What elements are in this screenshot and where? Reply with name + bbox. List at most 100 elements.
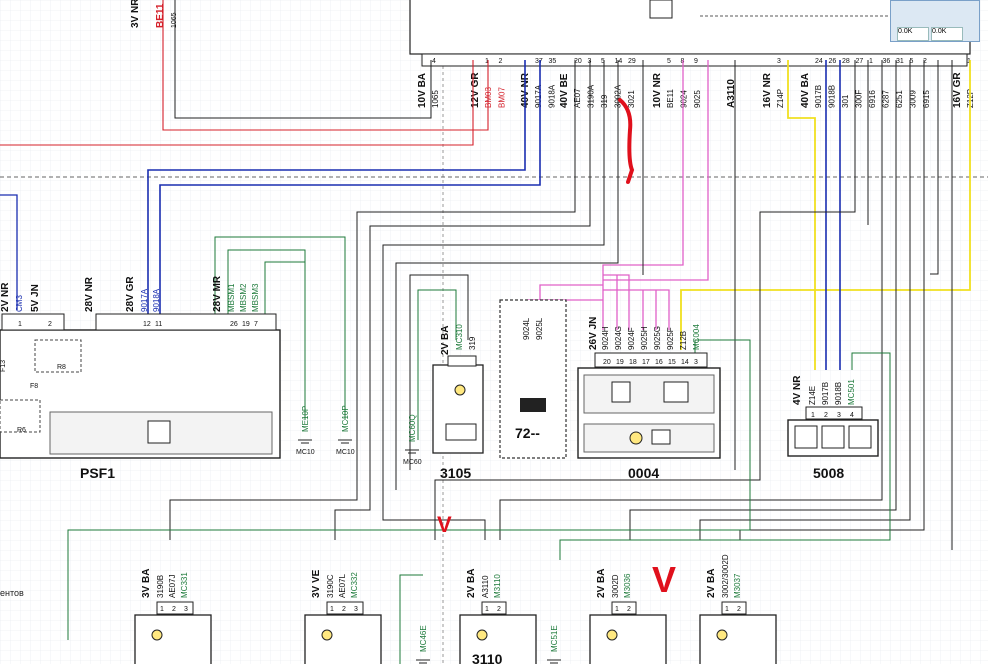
lamp-icon [151,629,163,641]
connector-wire-label: 9024 [680,90,689,108]
connector-wire-label: 9025 [693,90,702,108]
block-5008-pin: 4 [850,412,854,419]
psf1-relay-r8: R8 [57,364,66,371]
bottom-block-wire: 3002/3002D [721,554,730,598]
connector-wire-label: 6287 [882,90,891,108]
connector-wire-label: 1065 [431,90,440,108]
bottom-block [589,614,667,664]
bottom-block-wire: AE07L [338,573,347,598]
block-0004-pin: 15 [668,359,676,366]
block-0004-wire: MC004 [692,324,701,350]
connector-wire-label: 6915 [922,90,931,108]
connector-group-label: 16V NR [762,72,773,108]
connector-wire-label: BM07 [498,87,507,108]
psf1-pin-number: 1 [18,321,22,328]
block-5008-wire: MC501 [847,379,856,405]
connector-pin-number: 24 [815,58,823,65]
psf1-wire-label: MBSM2 [239,283,248,312]
psf1-wire-label: MBSM1 [227,283,236,312]
connector-pin-number: 9 [694,58,698,65]
ground-label: MC60Q [408,414,417,442]
block-0004-pin: 18 [629,359,637,366]
bottom-block-connector-label: 3V BA [141,569,152,598]
connector-group-label: 40V BA [800,73,811,108]
psf1-wire-label: 9018A [152,288,161,312]
connector-wire-label: 9018B [828,85,837,108]
block-0004-wire: 9025F [666,327,675,350]
mini-btn-2[interactable]: 0.0K [931,27,963,41]
ground-sub-label: MC10 [296,449,315,456]
bottom-block [134,614,212,664]
block-3105-connector: 2V BA [440,326,451,355]
bottom-block-pin: 1 [725,606,729,613]
connector-pin-number: 5 [667,58,671,65]
block-0004-wire: 9024F [627,327,636,350]
block-0004-pin: 17 [642,359,650,366]
bottom-block-title: 3110 [472,651,503,664]
bottom-block-wire: 3002D [611,574,620,598]
side-caption: ентов [0,588,24,598]
connector-wire-label: 301 [841,94,850,108]
psf1-connector-label: 28V GR [125,276,136,312]
ecu-chip-icon [649,0,673,19]
psf1-pin-number: 12 [143,321,151,328]
ground-sub-label: MC10 [336,449,355,456]
connector-wire-label: BE11 [666,88,675,108]
diagram-canvas: 10V BA 1065412V GR BM031BM07240V NR 9017A37… [0,0,988,664]
bottom-block-wire: 3190C [326,574,335,598]
block-72-wire: 9025L [535,317,544,340]
connector-pin-number: 29 [628,58,636,65]
ground-sub-label: MC60 [403,459,422,466]
bottom-block-pin: 1 [615,606,619,613]
mini-window[interactable]: 0.0K 0.0K [890,0,980,42]
psf1-connector-label: 2V NR [0,282,11,312]
connector-wire-label: 3190A [587,84,596,108]
bottom-block-pin: 2 [627,606,631,613]
bottom-block-pin: 3 [184,606,188,613]
bottom-block-pin: 2 [497,606,501,613]
block-5008-wire: 9017B [821,382,830,405]
block-0004-pin: 16 [655,359,663,366]
psf1-connector-label: 28V MR [212,275,223,312]
block-0004-pin: 14 [681,359,689,366]
ground-label: MC51E [550,625,559,652]
bottom-block-wire: M3110 [493,574,502,598]
block-0004-wire: Z12B [679,331,688,350]
psf1-connector-label: 5V JN [30,284,41,312]
block-72-title: 72-- [515,425,540,441]
psf1-block: PSF1 F13 F8 R8 R6 [0,313,281,481]
connector-wire-label: 6916 [868,90,877,108]
connector-group-label: 10V BA [417,73,428,108]
connector-pin-number: 35 [549,58,557,65]
connector-pin-number: 1 [869,58,873,65]
psf1-fuse-f8: F8 [30,383,38,390]
bottom-block-wire: 3190B [156,575,165,598]
connector-pin-number: 4 [432,58,436,65]
connector-wire-label: 9017B [814,85,823,108]
psf1-pin-number: 26 [230,321,238,328]
bottom-block-wire: AE07J [168,574,177,598]
ground-label: MC10P [341,405,350,432]
connector-pin-number: 27 [856,58,864,65]
connector-group-label: 10V NR [652,72,663,108]
block-0004-connector: 26V JN [588,317,599,350]
connector-wire-label: 9017A [534,84,543,108]
red-check-mark-2: V [652,559,676,600]
connector-pin-number: 37 [535,58,543,65]
psf1-wire-label: MBSM3 [251,283,260,312]
block-72-wire: 9024L [522,317,531,340]
psf1-pin-number: 19 [242,321,250,328]
connector-wire-label: 3021 [627,90,636,108]
bottom-block-wire: MC331 [180,572,189,598]
mini-btn-1[interactable]: 0.0K [897,27,929,41]
block-0004-title: 0004 [628,465,659,481]
connector-group-label: 12V GR [470,72,481,108]
lamp-icon [321,629,333,641]
psf1-pin-number: 2 [48,321,52,328]
block-0004-wire: 9025G [653,326,662,350]
block-0004-wire: 9025H [640,326,649,350]
connector-wire-label: 9018A [548,84,557,108]
top-wire-label-3vnr: 3V NR [130,0,141,28]
block-0004-pin: 3 [694,359,698,366]
lamp-icon [476,629,488,641]
